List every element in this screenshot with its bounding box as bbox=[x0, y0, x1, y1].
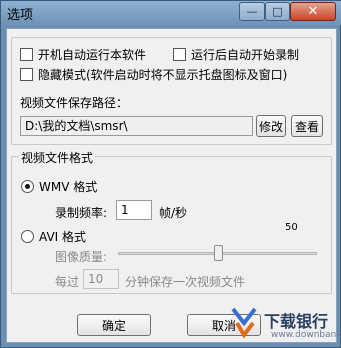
rate-input[interactable]: 1 bbox=[116, 200, 152, 220]
hidden-mode-checkbox-box[interactable] bbox=[20, 68, 33, 81]
autorecord-checkbox-box[interactable] bbox=[173, 48, 186, 61]
hidden-mode-label: 隐藏模式(软件启动时将不显示托盘图标及窗口) bbox=[38, 68, 288, 82]
downbank-logo-icon bbox=[231, 307, 257, 339]
view-button[interactable]: 查看 bbox=[291, 115, 323, 137]
rate-unit: 帧/秒 bbox=[159, 206, 188, 220]
wmv-label: WMV 格式 bbox=[39, 180, 98, 194]
split-minutes-input[interactable]: 10 bbox=[83, 269, 119, 289]
quality-label: 图像质量: bbox=[55, 250, 108, 264]
close-button[interactable]: ✕ bbox=[290, 2, 336, 21]
quality-value: 50 bbox=[285, 222, 298, 233]
ok-button[interactable]: 确定 bbox=[77, 314, 151, 336]
wmv-radio-button[interactable] bbox=[21, 180, 34, 193]
rate-label: 录制频率: bbox=[55, 206, 108, 220]
split-suffix: 分钟保存一次视频文件 bbox=[125, 275, 246, 289]
watermark-domain: www.downbank.cn bbox=[271, 330, 341, 340]
wmv-radio[interactable]: WMV 格式 bbox=[21, 178, 97, 195]
autorecord-checkbox[interactable]: 运行后自动开始录制 bbox=[173, 46, 299, 63]
watermark-brand: 下载银行 bbox=[264, 312, 329, 331]
minimize-icon: — bbox=[246, 5, 258, 18]
save-path-label: 视频文件保存路径： bbox=[20, 96, 129, 110]
avi-radio-button[interactable] bbox=[21, 230, 34, 243]
quality-slider-thumb[interactable] bbox=[213, 245, 223, 261]
title-bar[interactable]: 选项 — □ ✕ bbox=[1, 1, 341, 25]
modify-button[interactable]: 修改 bbox=[256, 115, 286, 137]
avi-radio[interactable]: AVI 格式 bbox=[21, 228, 86, 245]
watermark: 下载银行 www.downbank.cn bbox=[231, 305, 341, 345]
hidden-mode-checkbox[interactable]: 隐藏模式(软件启动时将不显示托盘图标及窗口) bbox=[20, 66, 287, 83]
window-title: 选项 bbox=[7, 8, 34, 23]
avi-label: AVI 格式 bbox=[39, 230, 87, 244]
dialog-body: 开机自动运行本软件 运行后自动开始录制 隐藏模式(软件启动时将不显示托盘图标及窗… bbox=[6, 28, 337, 343]
maximize-icon: □ bbox=[272, 5, 283, 18]
close-icon: ✕ bbox=[307, 4, 319, 19]
autostart-checkbox[interactable]: 开机自动运行本软件 bbox=[20, 46, 146, 63]
maximize-button[interactable]: □ bbox=[265, 2, 290, 21]
minimize-button[interactable]: — bbox=[239, 2, 265, 21]
dialog-window: 选项 — □ ✕ 开机自动运行本软件 运行后自动开始录制 隐藏模式(软件启动时将… bbox=[0, 0, 341, 348]
every-label: 每过 bbox=[55, 275, 80, 289]
autorecord-label: 运行后自动开始录制 bbox=[191, 48, 300, 62]
autostart-checkbox-box[interactable] bbox=[20, 48, 33, 61]
format-group-legend: 视频文件格式 bbox=[19, 149, 96, 166]
autostart-label: 开机自动运行本软件 bbox=[38, 48, 147, 62]
save-path-field[interactable]: D:\我的文档\smsr\ bbox=[20, 116, 253, 136]
